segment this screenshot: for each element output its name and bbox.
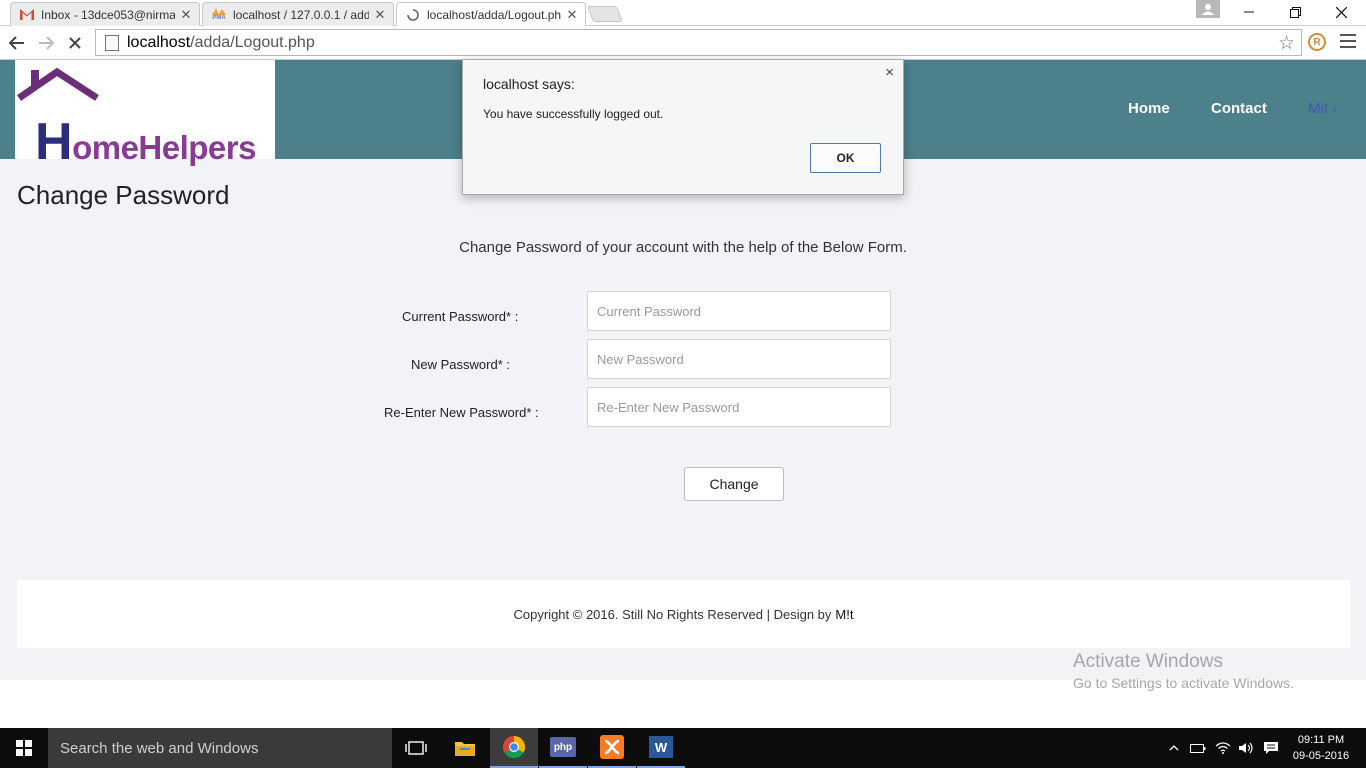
url-path: /adda/Logout.php: [190, 33, 315, 51]
watermark-subtitle: Go to Settings to activate Windows.: [1073, 675, 1294, 691]
current-password-input[interactable]: Current Password: [587, 291, 891, 331]
browser-menu-icon[interactable]: [1340, 34, 1356, 48]
action-center-icon[interactable]: [1260, 728, 1282, 768]
page-info-icon[interactable]: [105, 34, 119, 51]
watermark-title: Activate Windows: [1073, 651, 1223, 672]
taskbar-search-box[interactable]: Search the web and Windows: [48, 728, 392, 768]
task-view-icon[interactable]: [392, 728, 440, 768]
restore-button[interactable]: [1272, 0, 1318, 24]
site-logo[interactable]: HomeHelpers: [15, 60, 275, 171]
dialog-message: You have successfully logged out.: [483, 107, 664, 121]
battery-icon[interactable]: [1188, 728, 1208, 768]
logo-text: HomeHelpers: [35, 112, 256, 172]
wifi-icon[interactable]: [1212, 728, 1234, 768]
clock-date: 09-05-2016: [1292, 750, 1350, 762]
new-password-input[interactable]: New Password: [587, 339, 891, 379]
start-button[interactable]: [0, 728, 48, 768]
word-icon[interactable]: W: [637, 728, 685, 768]
nav-user-menu[interactable]: Mit ‹: [1308, 100, 1337, 117]
chrome-icon[interactable]: [490, 728, 538, 768]
tab-title: localhost/adda/Logout.php: [427, 8, 561, 22]
alert-dialog: localhost says: × You have successfully …: [462, 59, 904, 195]
taskbar-clock[interactable]: 09:11 PM 09-05-2016: [1282, 732, 1360, 764]
tab-phpmyadmin[interactable]: PMA localhost / 127.0.0.1 / adda ✕: [202, 2, 394, 26]
logo-word: omeHelpers: [72, 129, 256, 166]
designer-name: M!t: [835, 606, 854, 622]
extension-icon[interactable]: R: [1308, 33, 1326, 51]
nav-contact[interactable]: Contact: [1211, 100, 1267, 117]
show-hidden-icons-icon[interactable]: [1164, 728, 1184, 768]
minimize-button[interactable]: [1226, 0, 1272, 24]
phpmyadmin-icon: PMA: [211, 8, 227, 22]
php-editor-icon[interactable]: php: [539, 728, 587, 768]
volume-icon[interactable]: [1236, 728, 1256, 768]
page-title: Change Password: [17, 180, 230, 210]
close-window-button[interactable]: [1318, 0, 1364, 24]
forward-button[interactable]: [33, 30, 59, 56]
address-bar[interactable]: localhost/adda/Logout.php ☆: [95, 29, 1302, 56]
dialog-title: localhost says:: [483, 76, 575, 92]
windows-taskbar: Search the web and Windows php W 09:11 P…: [0, 728, 1366, 768]
back-button[interactable]: [4, 30, 30, 56]
php-editor-label: php: [550, 737, 576, 757]
logo-letter: H: [35, 113, 73, 171]
close-tab-icon[interactable]: ✕: [179, 7, 193, 23]
tab-logout[interactable]: localhost/adda/Logout.php ✕: [396, 2, 586, 27]
xampp-icon[interactable]: [588, 728, 636, 768]
copyright-text: Copyright © 2016. Still No Rights Reserv…: [513, 606, 832, 622]
url-text: localhost/adda/Logout.php: [127, 34, 315, 52]
clock-time: 09:11 PM: [1297, 734, 1345, 746]
nav-home[interactable]: Home: [1128, 100, 1170, 117]
new-password-label: New Password* :: [411, 357, 510, 372]
file-explorer-icon[interactable]: [441, 728, 489, 768]
close-tab-icon[interactable]: ✕: [565, 7, 579, 23]
new-tab-button[interactable]: [587, 6, 623, 22]
phpmyadmin-icon-text: PMA: [212, 15, 226, 21]
close-tab-icon[interactable]: ✕: [373, 7, 387, 23]
browser-toolbar: localhost/adda/Logout.php ☆ R: [0, 26, 1366, 60]
gmail-icon: [19, 8, 35, 22]
extension-icon-label: R: [1313, 36, 1321, 48]
bookmark-star-icon[interactable]: ☆: [1278, 32, 1295, 55]
form-intro: Change Password of your account with the…: [459, 239, 907, 256]
word-icon-label: W: [649, 736, 673, 758]
dialog-ok-button[interactable]: OK: [810, 143, 881, 173]
tab-title: Inbox - 13dce053@nirma.ac.in: [41, 7, 175, 22]
change-password-button[interactable]: Change: [684, 467, 784, 501]
windows-logo-icon: [16, 740, 32, 756]
stop-loading-button[interactable]: [62, 30, 88, 56]
loading-spinner-icon: [405, 8, 421, 22]
profile-icon[interactable]: [1196, 0, 1220, 18]
tab-title: localhost / 127.0.0.1 / adda: [233, 7, 369, 22]
browser-tab-strip: Inbox - 13dce053@nirma.ac.in ✕ PMA local…: [0, 0, 1366, 27]
url-host: localhost: [127, 33, 191, 51]
dialog-close-icon[interactable]: ×: [885, 64, 894, 81]
current-password-label: Current Password* :: [402, 309, 519, 324]
reenter-password-input[interactable]: Re-Enter New Password: [587, 387, 891, 427]
reenter-password-label: Re-Enter New Password* :: [384, 405, 539, 420]
tab-gmail[interactable]: Inbox - 13dce053@nirma.ac.in ✕: [10, 2, 200, 26]
activate-windows-watermark: Activate Windows Go to Settings to activ…: [1073, 651, 1294, 691]
site-footer: Copyright © 2016. Still No Rights Reserv…: [17, 580, 1350, 648]
